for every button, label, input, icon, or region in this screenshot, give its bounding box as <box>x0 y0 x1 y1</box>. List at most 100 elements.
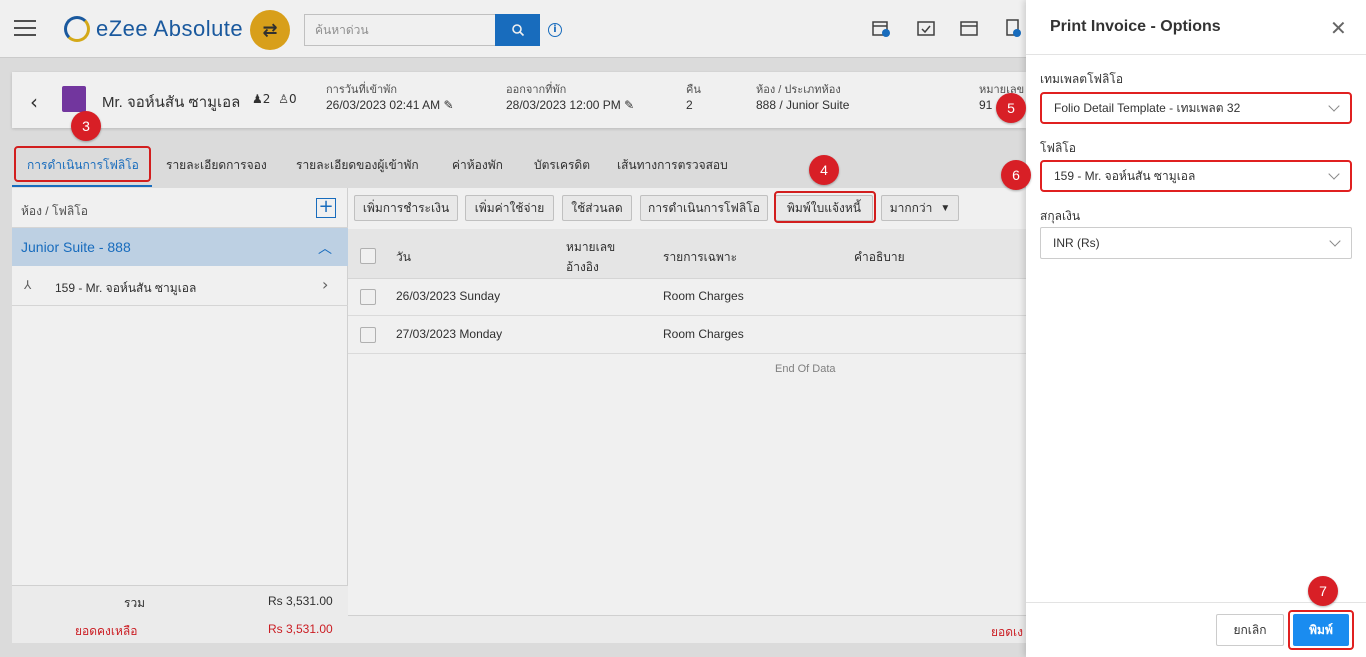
balance-label: ยอดคงเหลือ <box>75 624 138 638</box>
table-row[interactable]: 27/03/2023 Monday Room Charges <box>348 316 1026 354</box>
search-placeholder: ค้นหาด่วน <box>315 22 369 37</box>
back-icon[interactable]: ‹ <box>30 90 38 114</box>
checkout-value-group: 28/03/2023 12:00 PM ✎ <box>506 98 634 112</box>
checkout-value: 28/03/2023 12:00 PM <box>506 98 621 112</box>
folio-row[interactable]: ⅄ 159 - Mr. จอห์นสัน ซามูเอล › <box>12 266 348 306</box>
tab-booking-details[interactable]: รายละเอียดการจอง <box>166 156 267 175</box>
room-value: 888 / Junior Suite <box>756 98 850 112</box>
edit-checkin-icon[interactable]: ✎ <box>443 98 453 112</box>
logo-mark-icon <box>64 16 90 42</box>
template-label: เทมเพลตโฟลิโอ <box>1040 72 1124 86</box>
dropdown-arrow-icon: ▼ <box>940 202 951 214</box>
currency-label: สกุลเงิน <box>1040 209 1081 223</box>
template-select[interactable]: Folio Detail Template - เทมเพลต 32 <box>1040 92 1352 124</box>
building-icon <box>62 86 86 112</box>
child-count: 0 <box>289 92 297 106</box>
col-ref-line1: หมายเลข <box>566 240 616 254</box>
info-icon[interactable]: i <box>548 23 562 37</box>
row-checkbox[interactable] <box>360 327 376 343</box>
add-payment-button[interactable]: เพิ่มการชำระเงิน <box>354 195 458 221</box>
folio-operations-button[interactable]: การดำเนินการโฟลิโอ <box>640 195 768 221</box>
cancel-button[interactable]: ยกเลิก <box>1216 614 1284 646</box>
highlight-box-tab <box>14 146 151 182</box>
checkin-calendar-icon[interactable] <box>915 17 937 39</box>
billing-icon[interactable] <box>1002 17 1024 39</box>
more-label: มากกว่า <box>889 200 933 215</box>
search-input[interactable]: ค้นหาด่วน <box>304 14 496 46</box>
table-header: วัน หมายเลข อ้างอิง รายการเฉพาะ คำอธิบาย <box>348 229 1026 279</box>
step-marker-7: 7 <box>1308 576 1338 606</box>
panel-title: Print Invoice - Options <box>1050 18 1221 35</box>
edit-checkout-icon[interactable]: ✎ <box>624 98 634 112</box>
folio-detail-panel: เพิ่มการชำระเงิน เพิ่มค่าใช้จ่าย ใช้ส่วน… <box>348 188 1026 643</box>
room-group-row[interactable]: Junior Suite - 888 ︿ <box>12 228 348 266</box>
col-date: วัน <box>396 250 411 264</box>
folio-list-panel: ห้อง / โฟลิโอ + Junior Suite - 888 ︿ ⅄ 1… <box>12 188 348 643</box>
guest-name: Mr. จอห์นสัน ซามูเอล <box>102 94 241 111</box>
step-marker-5: 5 <box>996 93 1026 123</box>
nights-label: คืน <box>686 84 701 96</box>
step-marker-6: 6 <box>1001 160 1031 190</box>
add-folio-icon[interactable]: + <box>316 198 336 218</box>
tab-room-charges[interactable]: ค่าห้องพัก <box>452 156 503 175</box>
chevron-down-icon <box>1329 235 1341 247</box>
currency-select[interactable]: INR (Rs) <box>1040 227 1352 259</box>
folio-label: 159 - Mr. จอห์นสัน ซามูเอล <box>55 281 197 295</box>
total-value: Rs 3,531.00 <box>268 594 333 608</box>
col-ref-line2: อ้างอิง <box>566 260 599 274</box>
more-button[interactable]: มากกว่า ▼ <box>881 195 959 221</box>
close-icon[interactable]: ✕ <box>1330 16 1347 40</box>
checkout-label: ออกจากที่พัก <box>506 84 567 96</box>
step-marker-4: 4 <box>809 155 839 185</box>
col-particulars: รายการเฉพาะ <box>663 250 738 264</box>
table-row[interactable]: 26/03/2023 Sunday Room Charges <box>348 278 1026 316</box>
footer-balance-label: ยอดเง <box>991 625 1023 639</box>
step-marker-3: 3 <box>71 111 101 141</box>
table-footer: ยอดเง <box>348 615 1026 643</box>
add-charge-button[interactable]: เพิ่มค่าใช้จ่าย <box>465 195 554 221</box>
calendar-icon[interactable] <box>958 17 980 39</box>
highlight-box-print-invoice <box>774 191 876 223</box>
folio-list-title: ห้อง / โฟลิโอ <box>21 204 88 218</box>
search-button[interactable] <box>495 14 540 46</box>
active-tab-indicator <box>12 185 152 187</box>
template-value: Folio Detail Template - เทมเพลต 32 <box>1054 100 1241 115</box>
row-particulars: Room Charges <box>663 289 744 303</box>
folio-value: 159 - Mr. จอห์นสัน ซามูเอล <box>1054 168 1196 183</box>
tab-guest-details[interactable]: รายละเอียดของผู้เข้าพัก <box>296 156 419 175</box>
nights-value: 2 <box>686 98 693 112</box>
tab-bar: การดำเนินการโฟลิโอ รายละเอียดการจอง รายล… <box>12 140 1026 188</box>
panel-divider <box>1026 54 1366 55</box>
col-description: คำอธิบาย <box>854 250 905 264</box>
balance-value: Rs 3,531.00 <box>268 622 333 636</box>
logo-text: eZee Absolute <box>96 16 244 41</box>
menu-icon[interactable] <box>14 20 36 36</box>
room-label: ห้อง / ประเภทห้อง <box>756 84 841 96</box>
checkin-value: 26/03/2023 02:41 AM <box>326 98 441 112</box>
chevron-right-icon[interactable]: › <box>322 275 328 294</box>
reservation-header: ‹ Mr. จอห์นสัน ซามูเอล ♟2 ♙0 การวันที่เข… <box>12 72 1026 128</box>
chevron-up-icon[interactable]: ︿ <box>318 238 332 258</box>
folio-totals: รวม Rs 3,531.00 ยอดคงเหลือ Rs 3,531.00 <box>12 585 348 643</box>
search-icon <box>511 24 524 37</box>
room-group-label: Junior Suite - 888 <box>21 239 131 255</box>
child-icon: ♙ <box>278 92 289 106</box>
apply-discount-button[interactable]: ใช้ส่วนลด <box>562 195 632 221</box>
checkin-value-group: 26/03/2023 02:41 AM ✎ <box>326 98 454 112</box>
tab-audit-trail[interactable]: เส้นทางการตรวจสอบ <box>617 156 728 175</box>
select-all-checkbox[interactable] <box>360 248 376 264</box>
highlight-box-print-button <box>1288 610 1354 650</box>
tab-credit-card[interactable]: บัตรเครดิต <box>534 156 590 175</box>
row-particulars: Room Charges <box>663 327 744 341</box>
chevron-down-icon <box>1328 168 1340 180</box>
app-logo[interactable]: eZee Absolute <box>64 14 243 44</box>
shuffle-icon[interactable]: ⇄ <box>250 10 290 50</box>
row-checkbox[interactable] <box>360 289 376 305</box>
adult-count: 2 <box>262 92 271 106</box>
number-value: 91 <box>979 98 993 112</box>
folio-select[interactable]: 159 - Mr. จอห์นสัน ซามูเอล <box>1040 160 1352 192</box>
folio-select-label: โฟลิโอ <box>1040 141 1076 155</box>
currency-value: INR (Rs) <box>1053 236 1100 250</box>
folio-list-header: ห้อง / โฟลิโอ + <box>12 188 348 228</box>
add-reservation-calendar-icon[interactable] <box>870 17 892 39</box>
